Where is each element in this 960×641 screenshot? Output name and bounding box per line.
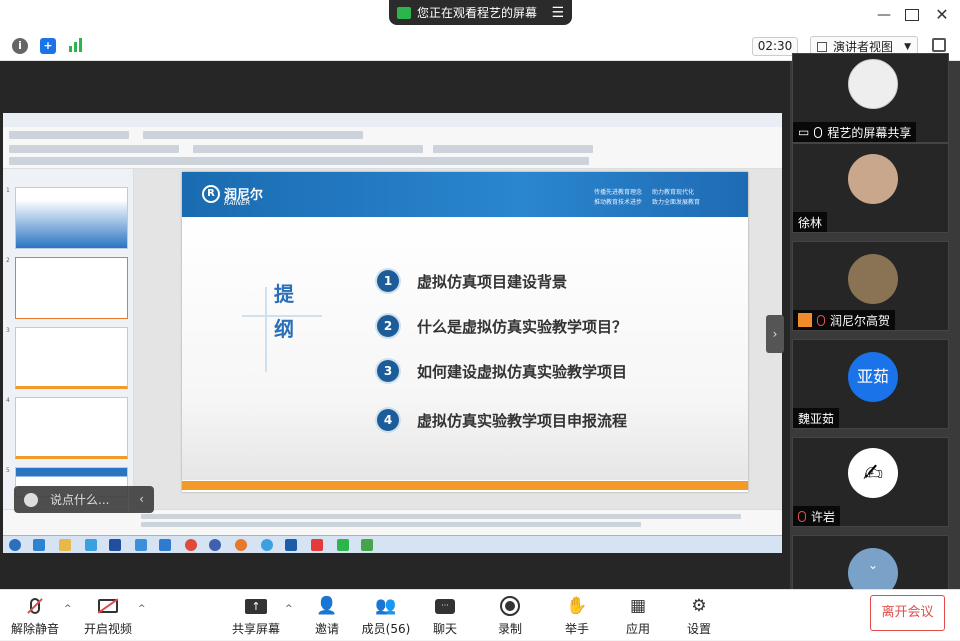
ppt-ribbon <box>3 127 782 169</box>
record-button[interactable]: 录制 <box>492 590 528 641</box>
chat-icon: ··· <box>427 594 463 618</box>
share-banner-text: 您正在观看程艺的屏幕 <box>417 6 538 20</box>
current-slide: R 润尼尔 RAINER 传播先进教育理念 助力教育现代化 推动教育技术进步 致… <box>182 172 748 492</box>
title-bar: 您正在观看程艺的屏幕 ☰ — ✕ <box>0 0 960 30</box>
chevron-left-icon[interactable]: ‹ <box>128 486 154 513</box>
raise-label: 举手 <box>564 622 589 636</box>
mic-off-icon <box>817 314 825 326</box>
gear-icon: ⚙ <box>691 596 707 616</box>
chat-input[interactable]: 说点什么... ‹ <box>14 486 154 513</box>
chevron-down-icon: ▼ <box>904 41 911 52</box>
members-icon: 👥 <box>375 596 397 616</box>
unmute-button[interactable]: 解除静音 <box>8 590 62 641</box>
avatar: ✍ <box>848 448 898 498</box>
members-label: 成员(56) <box>361 622 411 636</box>
screen-share-icon <box>397 6 411 19</box>
share-icon: ↑ <box>230 594 282 618</box>
minimize-icon[interactable]: — <box>876 7 892 23</box>
slide-thumb[interactable] <box>15 187 128 249</box>
user-icon <box>798 313 812 327</box>
slogan: 助力教育现代化 <box>652 189 695 196</box>
participant-tile[interactable]: ▭ 程艺的屏幕共享 <box>792 53 949 143</box>
close-icon[interactable]: ✕ <box>934 7 950 23</box>
participant-tile[interactable]: ✍ 许岩 <box>792 437 949 527</box>
slide-thumbnails: 1 2 3 4 5 <box>3 169 134 509</box>
slide-thumb-selected[interactable] <box>15 257 128 319</box>
slide-footer-bar <box>182 481 748 490</box>
slogan: 推动教育技术进步 <box>594 199 643 206</box>
chevron-up-icon[interactable]: ^ <box>138 604 146 614</box>
avatar <box>848 254 898 304</box>
chevron-up-icon[interactable]: ^ <box>64 604 72 614</box>
slogan: 传播先进教育理念 <box>594 189 643 196</box>
settings-label: 设置 <box>686 622 711 636</box>
leave-meeting-button[interactable]: 离开会议 <box>870 595 945 631</box>
record-icon <box>492 594 528 618</box>
participant-gallery: ▭ 程艺的屏幕共享 徐林 润尼尔高贺 亚茹 魏亚茹 ✍ 许岩 ⌄ <box>790 53 960 625</box>
participant-name: ▭ 程艺的屏幕共享 <box>793 122 917 142</box>
slogan: 致力全面发展教育 <box>652 199 701 206</box>
windows-taskbar <box>3 535 782 553</box>
participant-name: 徐林 <box>793 212 828 232</box>
decor-line <box>265 287 267 372</box>
outline-item: 2 什么是虚拟仿真实验教学项目？ <box>377 315 627 337</box>
share-label: 共享屏幕 <box>231 622 280 636</box>
chevron-up-icon[interactable]: ^ <box>285 604 293 614</box>
signal-icon[interactable] <box>68 38 84 54</box>
mic-icon <box>814 126 823 138</box>
participant-name: 许岩 <box>793 506 841 526</box>
participant-tile[interactable]: 徐林 <box>792 143 949 233</box>
chat-label: 聊天 <box>432 622 457 636</box>
raise-hand-button[interactable]: ✋ 举手 <box>559 590 595 641</box>
outline-item: 4 虚拟仿真实验教学项目申报流程 <box>377 409 627 431</box>
avatar <box>848 154 898 204</box>
outline-title: 提纲 <box>274 282 294 341</box>
participant-tile[interactable]: 润尼尔高贺 <box>792 241 949 331</box>
meeting-controls: 解除静音 ^ 开启视频 ^ ↑ 共享屏幕 ^ 👤 邀请 👥 成员(56) ···… <box>0 589 960 640</box>
settings-button[interactable]: ⚙ 设置 <box>680 590 718 641</box>
participant-tile[interactable]: 亚茹 魏亚茹 <box>792 339 949 429</box>
participant-name: 润尼尔高贺 <box>793 310 896 330</box>
info-icon[interactable]: i <box>12 38 28 54</box>
apps-button[interactable]: ▦ 应用 <box>620 590 656 641</box>
add-user-icon: 👤 <box>316 596 338 616</box>
mic-off-icon <box>798 510 806 522</box>
maximize-icon[interactable] <box>905 9 919 21</box>
screen-share-icon: ▭ <box>798 125 810 139</box>
mic-off-icon <box>8 594 62 618</box>
smile-icon[interactable] <box>24 492 38 507</box>
apps-label: 应用 <box>625 622 650 636</box>
start-video-button[interactable]: 开启视频 <box>82 590 134 641</box>
apps-icon: ▦ <box>629 596 647 616</box>
chevron-down-icon[interactable]: ⌄ <box>848 558 898 572</box>
avatar-initials: 亚茹 <box>848 352 898 402</box>
slide-header: R 润尼尔 RAINER 传播先进教育理念 助力教育现代化 推动教育技术进步 致… <box>182 172 748 217</box>
invite-label: 邀请 <box>314 622 339 636</box>
share-screen-button[interactable]: ↑ 共享屏幕 <box>230 590 282 641</box>
chat-button[interactable]: ··· 聊天 <box>427 590 463 641</box>
layout-icon <box>817 41 827 52</box>
share-banner[interactable]: 您正在观看程艺的屏幕 ☰ <box>389 0 572 25</box>
avatar <box>848 59 898 109</box>
members-button[interactable]: 👥 成员(56) <box>360 590 412 641</box>
unmute-label: 解除静音 <box>10 622 59 636</box>
outline-item: 1 虚拟仿真项目建设背景 <box>377 270 567 292</box>
slide-canvas: R 润尼尔 RAINER 传播先进教育理念 助力教育现代化 推动教育技术进步 致… <box>134 169 782 509</box>
collapse-sidebar-button[interactable]: › <box>766 315 784 353</box>
outline-item: 3 如何建设虚拟仿真实验教学项目 <box>377 360 627 382</box>
ppt-window-tabs <box>3 113 782 127</box>
shield-icon[interactable]: + <box>40 38 56 54</box>
brand-en: RAINER <box>224 199 251 207</box>
record-label: 录制 <box>497 622 522 636</box>
fullscreen-icon[interactable] <box>932 38 946 52</box>
video-off-icon <box>82 594 134 618</box>
participant-name: 魏亚茹 <box>793 408 840 428</box>
invite-button[interactable]: 👤 邀请 <box>308 590 346 641</box>
menu-icon[interactable]: ☰ <box>551 5 564 21</box>
chat-placeholder: 说点什么... <box>50 493 110 507</box>
hand-icon: ✋ <box>566 596 588 616</box>
slide-thumb[interactable] <box>15 397 128 459</box>
slide-thumb[interactable] <box>15 327 128 389</box>
start-video-label: 开启视频 <box>83 622 132 636</box>
